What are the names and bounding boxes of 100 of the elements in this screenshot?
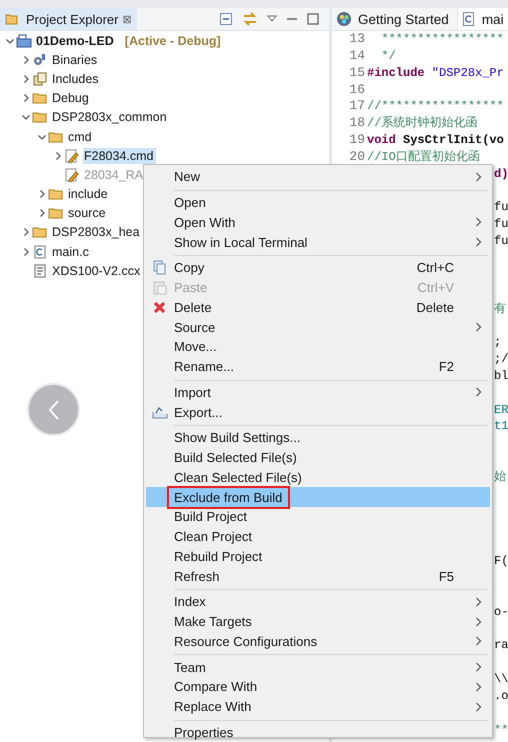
config-file-icon (32, 264, 48, 278)
tree-item[interactable]: XDS100-V2.ccx (51, 262, 144, 279)
project-icon (16, 34, 32, 48)
menu-item[interactable]: Copy Ctrl+C (146, 258, 490, 278)
file-pencil-icon (64, 148, 80, 163)
tree-item[interactable]: Debug (51, 90, 92, 106)
menu-item[interactable]: Show in Local Terminal (146, 232, 490, 252)
chevron-icon[interactable] (53, 150, 63, 161)
code-fragment: bl (494, 368, 508, 385)
tree-item[interactable]: include (67, 186, 111, 202)
menu-item[interactable]: Build Selected File(s) (146, 448, 490, 468)
chevron-icon[interactable] (21, 246, 31, 257)
code-fragment: 有 (494, 300, 506, 318)
chevron-icon[interactable] (37, 208, 47, 218)
gear-icon (32, 52, 48, 67)
menu-item[interactable]: Import (146, 382, 490, 402)
menu-item[interactable]: Source (146, 317, 490, 337)
line-number: 13 (348, 31, 366, 48)
menu-item[interactable]: Delete Delete (146, 298, 490, 318)
code-line: #include "DSP28x_Pr (367, 64, 504, 82)
line-number: 20 (348, 148, 366, 166)
code-line: //系统时钟初始化函 (367, 115, 478, 132)
menu-item[interactable]: Rename... F2 (146, 356, 490, 376)
code-line: void SysCtrlInit(vo (367, 132, 504, 149)
menu-item[interactable]: Make Targets (146, 612, 490, 632)
menu-item[interactable]: Exclude from Build (146, 487, 490, 507)
menu-item[interactable]: Refresh F5 (146, 566, 490, 586)
minimize-icon[interactable] (286, 15, 298, 23)
file-pencil-icon (64, 168, 80, 182)
tree-item[interactable]: DSP2803x_common (51, 109, 170, 126)
folder-icon (5, 12, 19, 26)
code-fragment: o- (494, 604, 508, 621)
tree-item[interactable]: Includes (51, 70, 102, 87)
c-file-icon (32, 244, 48, 259)
chevron-left-icon (46, 398, 60, 420)
line-number: 14 (348, 48, 366, 65)
menu-item[interactable]: Team (146, 657, 490, 677)
editor-tab[interactable]: Getting Started (332, 8, 458, 30)
tree-item[interactable]: 01Demo-LED (35, 32, 117, 49)
chevron-icon[interactable] (21, 227, 31, 238)
library-icon (32, 72, 48, 86)
chevron-icon[interactable] (21, 93, 31, 104)
menu-item[interactable]: Open (146, 192, 490, 212)
menu-item[interactable]: Resource Configurations (146, 632, 490, 652)
menu-item[interactable]: New (146, 167, 490, 187)
code-fragment: 始 (494, 468, 506, 486)
folder-icon (32, 225, 48, 240)
menu-item[interactable]: Export... (146, 402, 490, 422)
clipboard-icon (152, 280, 166, 296)
welcome-icon (336, 11, 352, 27)
maximize-icon[interactable] (307, 13, 319, 25)
close-icon[interactable]: ⊠ (122, 12, 132, 26)
line-number: 17 (348, 98, 366, 116)
code-line: //***************** (367, 98, 504, 116)
tree-item[interactable]: F28034.cmd (83, 148, 156, 164)
folder-icon (48, 187, 64, 202)
code-fragment: ra (494, 637, 508, 654)
folder-icon (32, 110, 48, 124)
menu-item[interactable]: Move... (146, 337, 490, 357)
code-fragment: .o (494, 688, 508, 705)
collapse-all-icon[interactable] (219, 12, 233, 26)
code-line: ***************** (380, 31, 504, 48)
export-icon (152, 406, 168, 419)
chevron-icon[interactable] (21, 112, 31, 122)
code-fragment: \\ (494, 671, 508, 688)
menu-item[interactable]: Rebuild Project (146, 546, 490, 566)
code-fragment: ;/ (494, 351, 508, 368)
folder-icon (48, 206, 64, 220)
menu-item[interactable]: Replace With (146, 696, 490, 716)
code-fragment: ; (494, 334, 502, 352)
line-number: 15 (348, 64, 366, 82)
menu-item[interactable]: Clean Project (146, 526, 490, 546)
tree-item[interactable]: cmd (67, 128, 95, 145)
code-fragment: F( (494, 553, 508, 570)
folder-icon (48, 130, 64, 144)
view-menu-icon[interactable] (267, 15, 277, 23)
menu-item[interactable]: Properties (146, 722, 490, 742)
menu-item[interactable]: Show Build Settings... (146, 428, 490, 448)
menu-item[interactable]: Compare With (146, 677, 490, 697)
code-fragment: d) (494, 166, 508, 183)
tree-item[interactable]: DSP2803x_hea (51, 224, 143, 240)
menu-item[interactable]: Index (146, 592, 490, 612)
project-explorer-tab[interactable]: Project Explorer ⊠ (0, 8, 138, 30)
menu-item[interactable]: Clean Selected File(s) (146, 468, 490, 488)
menu-item[interactable]: Build Project (146, 507, 490, 527)
tree-item[interactable]: source (67, 205, 109, 222)
code-fragment: t1 (494, 418, 508, 436)
tree-item[interactable]: Binaries (51, 52, 100, 68)
chevron-icon[interactable] (21, 74, 31, 84)
menu-item[interactable]: Open With (146, 212, 490, 232)
build-config-label: [Active - Debug] (124, 34, 221, 48)
line-number: 19 (348, 132, 366, 149)
code-fragment: ER (494, 402, 508, 418)
editor-tab[interactable]: mai (458, 8, 508, 30)
c-file-icon (462, 11, 476, 27)
chevron-icon[interactable] (37, 189, 47, 200)
tree-item[interactable]: main.c (51, 244, 92, 260)
chevron-icon[interactable] (21, 54, 31, 65)
line-number: 16 (348, 82, 366, 98)
line-number: 18 (348, 115, 366, 132)
